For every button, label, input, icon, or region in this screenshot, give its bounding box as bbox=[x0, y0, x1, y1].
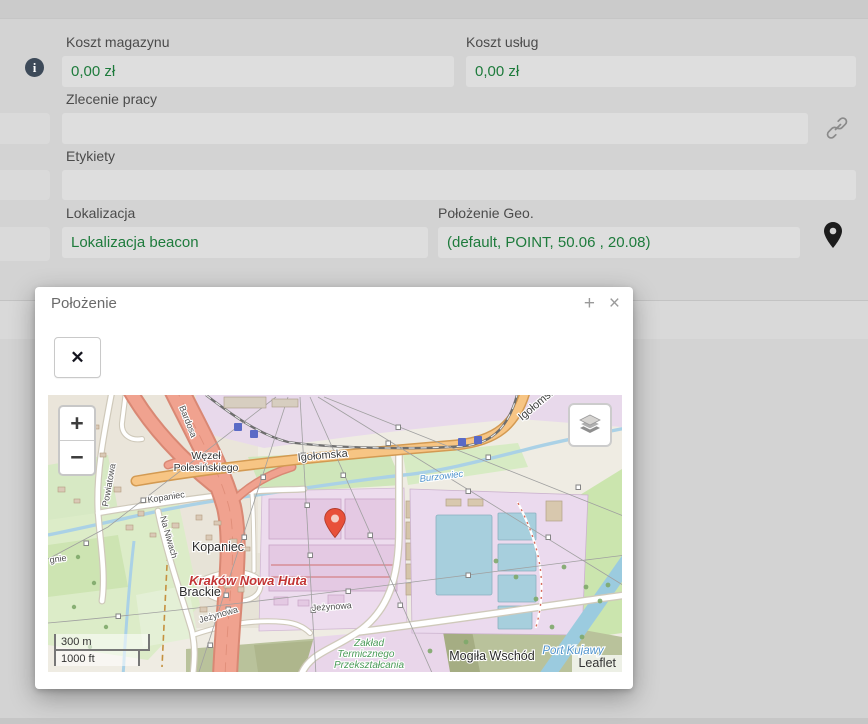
zoom-in-button[interactable]: + bbox=[60, 407, 94, 441]
map-label: Brackie bbox=[179, 585, 221, 599]
info-icon[interactable]: i bbox=[25, 58, 44, 77]
bottom-strip bbox=[0, 718, 868, 724]
koszt-magazynu-label: Koszt magazynu bbox=[66, 34, 170, 51]
map-label: Mogiła Wschód bbox=[449, 649, 534, 663]
koszt-magazynu-value: 0,00 zł bbox=[71, 63, 115, 80]
layers-control[interactable] bbox=[568, 403, 612, 447]
layers-icon bbox=[577, 412, 603, 438]
map-label: Zakład bbox=[353, 638, 384, 649]
zoom-out-button[interactable]: − bbox=[60, 441, 94, 474]
koszt-uslug-value: 0,00 zł bbox=[475, 63, 519, 80]
etykiety-field[interactable] bbox=[62, 170, 856, 200]
info-icon-glyph: i bbox=[33, 61, 37, 74]
map-label: Węzeł bbox=[191, 450, 221, 462]
koszt-magazynu-field[interactable]: 0,00 zł bbox=[62, 56, 454, 87]
lokalizacja-value: Lokalizacja beacon bbox=[71, 234, 199, 251]
zlecenie-pracy-field[interactable] bbox=[62, 113, 808, 144]
map-label: Kopaniec bbox=[192, 540, 244, 554]
polozenie-dialog: Położenie + × ✕ bbox=[35, 287, 633, 689]
scale-imperial: 1000 ft bbox=[54, 649, 140, 666]
link-icon[interactable] bbox=[826, 117, 848, 139]
cutoff-field[interactable] bbox=[0, 170, 50, 200]
zlecenie-pracy-label: Zlecenie pracy bbox=[66, 91, 157, 108]
etykiety-label: Etykiety bbox=[66, 148, 115, 165]
polozenie-geo-label: Położenie Geo. bbox=[438, 205, 534, 222]
scale-control: 300 m 1000 ft bbox=[54, 634, 150, 666]
top-strip bbox=[0, 0, 868, 19]
map-label: Termicznego bbox=[338, 649, 395, 660]
polozenie-geo-value: (default, POINT, 50.06 , 20.08) bbox=[447, 234, 650, 251]
lokalizacja-label: Lokalizacja bbox=[66, 205, 135, 222]
map-marker[interactable] bbox=[324, 508, 346, 538]
clear-marker-button[interactable]: ✕ bbox=[54, 337, 101, 378]
zoom-control: + − bbox=[58, 405, 96, 476]
close-icon[interactable]: × bbox=[609, 294, 620, 313]
map-pin-icon[interactable] bbox=[823, 222, 843, 249]
lokalizacja-field[interactable]: Lokalizacja beacon bbox=[62, 227, 428, 258]
map-label: Przekształcania bbox=[334, 660, 404, 671]
polozenie-geo-field[interactable]: (default, POINT, 50.06 , 20.08) bbox=[438, 227, 800, 258]
clear-marker-glyph: ✕ bbox=[70, 348, 84, 368]
koszt-uslug-label: Koszt usług bbox=[466, 34, 538, 51]
map-attribution[interactable]: Leaflet bbox=[572, 655, 622, 672]
map-canvas[interactable]: BardosaPowiatowaKopaniecNa NiwachWęzełPo… bbox=[48, 395, 622, 672]
koszt-uslug-field[interactable]: 0,00 zł bbox=[466, 56, 856, 87]
cutoff-field[interactable] bbox=[0, 227, 50, 261]
cutoff-field[interactable] bbox=[0, 113, 50, 144]
dialog-title: Położenie bbox=[51, 295, 117, 312]
maximize-icon[interactable]: + bbox=[584, 294, 595, 313]
map-label: Polesińskiego bbox=[174, 462, 239, 474]
